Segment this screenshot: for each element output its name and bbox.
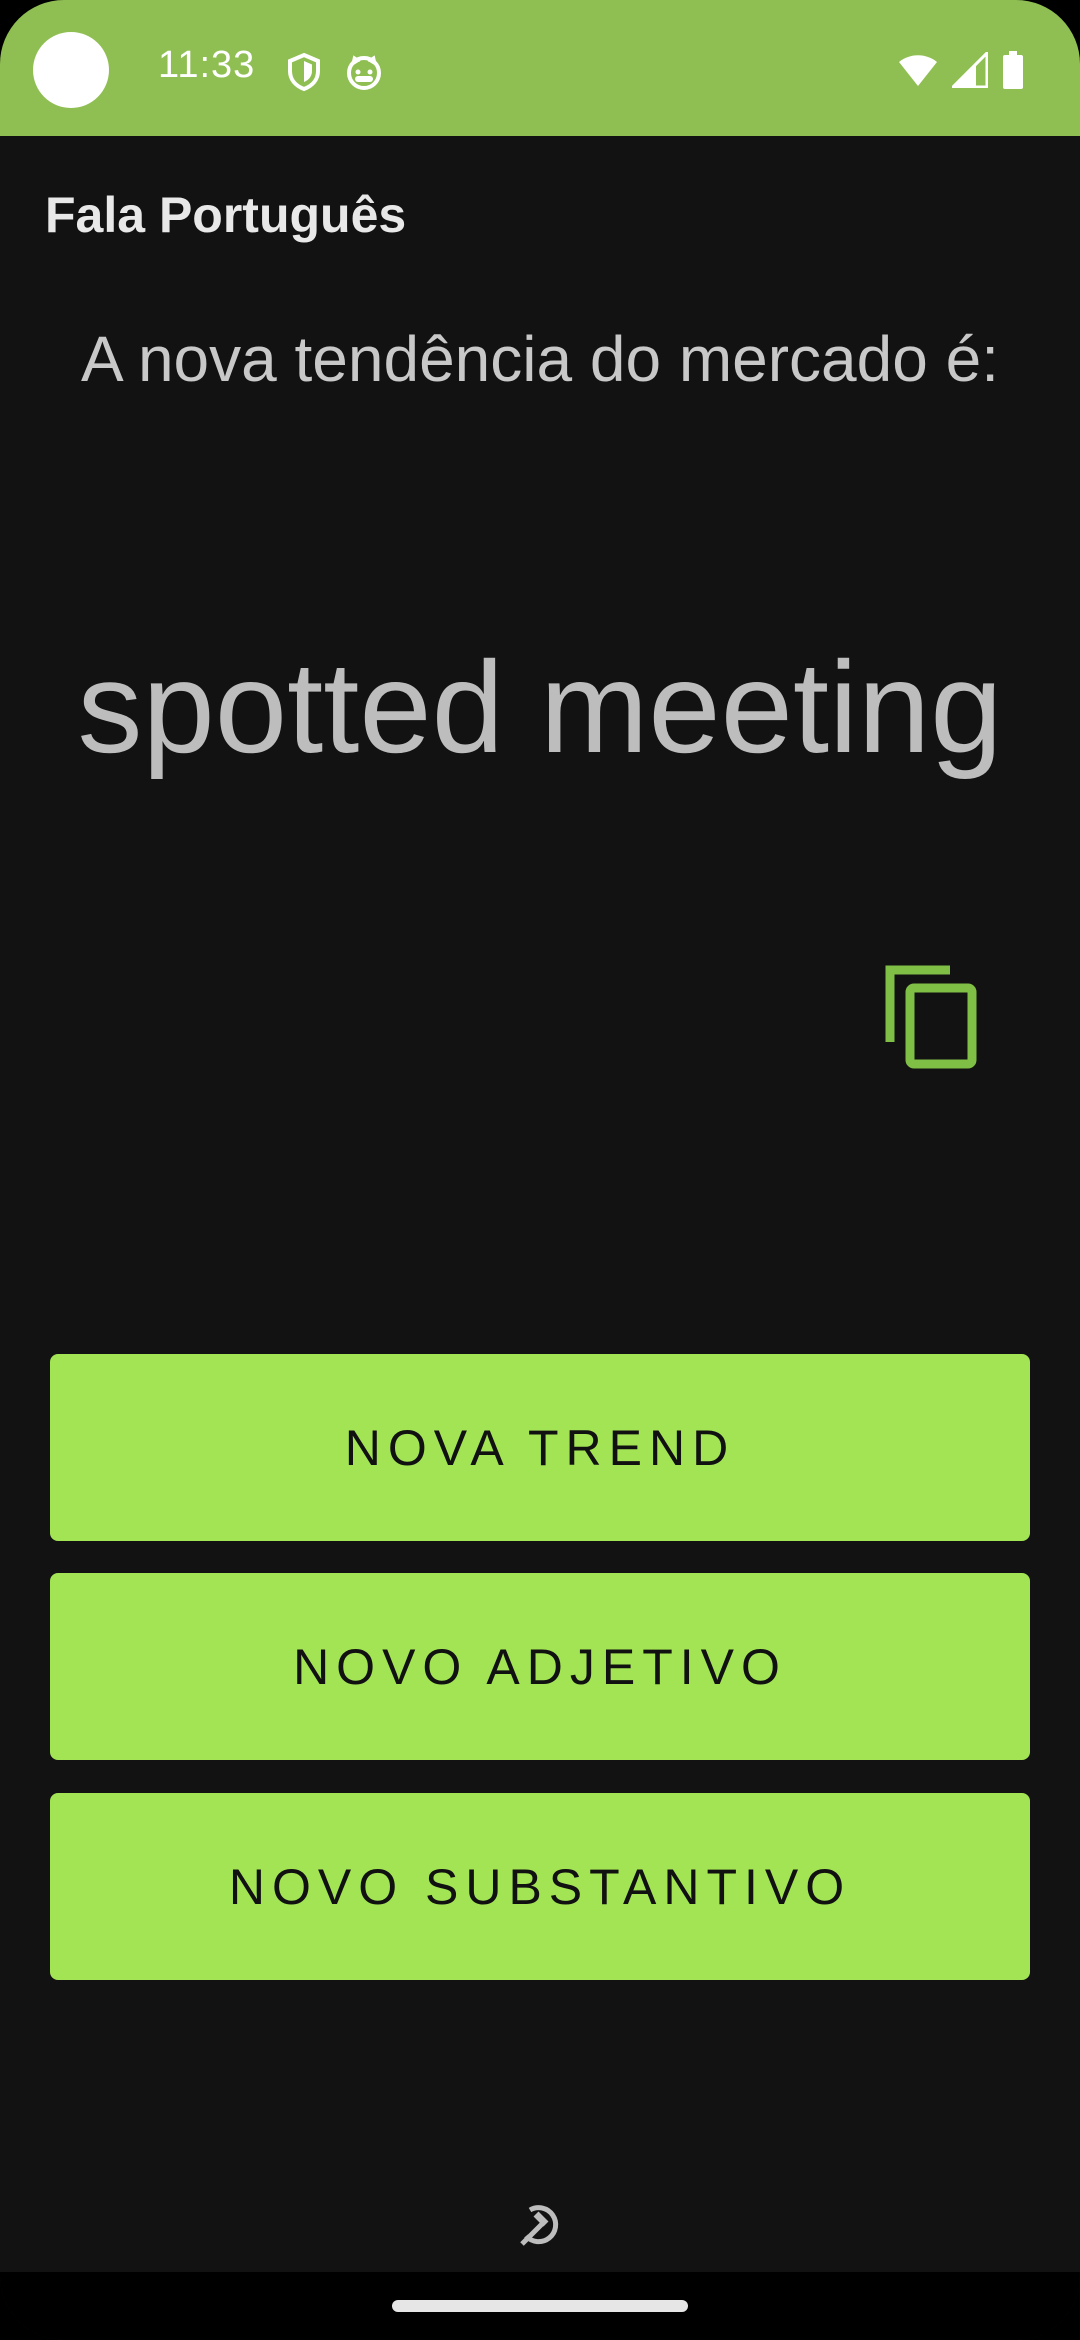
app-screen: 11:33 Fala Português A nova tendência do… [0,0,1080,2340]
camera-cutout [33,32,109,108]
prompt-text: A nova tendência do mercado é: [81,323,999,395]
cat-icon [344,52,384,92]
copy-button[interactable] [884,964,980,1070]
status-time: 11:33 [158,44,256,86]
status-bar: 11:33 [0,0,1080,136]
new-trend-button[interactable]: NOVA TREND [50,1354,1030,1541]
signal-icon [949,48,989,93]
new-noun-button[interactable]: NOVO SUBSTANTIVO [50,1793,1030,1980]
copy-icon [884,965,980,1074]
status-icons-right [898,48,1024,94]
shield-icon [284,52,324,92]
app-title: Fala Português [45,187,407,243]
generated-phrase: spotted meeting [77,634,1003,780]
new-adjective-button[interactable]: NOVO ADJETIVO [50,1573,1030,1760]
hammer-sickle-icon [516,2200,564,2248]
wifi-icon [898,53,938,92]
battery-icon [1002,50,1024,94]
home-indicator[interactable] [392,2300,688,2312]
